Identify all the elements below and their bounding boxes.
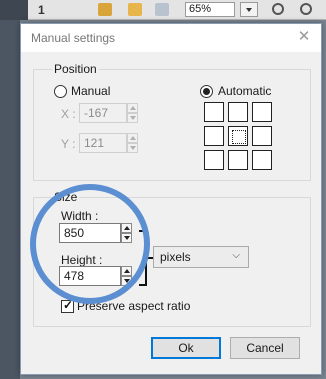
anchor-bottom-right[interactable] (252, 150, 272, 170)
anchor-middle-center[interactable] (228, 126, 248, 146)
automatic-radio-label[interactable]: Automatic (218, 84, 271, 98)
zoom-in-icon[interactable] (272, 3, 284, 15)
background-left-panel (0, 20, 20, 379)
zoom-dropdown-button[interactable] (240, 2, 258, 17)
chevron-down-icon: ⌵ (232, 250, 240, 261)
highlight-circle (30, 184, 150, 304)
anchor-top-left[interactable] (204, 102, 224, 122)
x-spinner[interactable] (127, 103, 138, 123)
close-icon[interactable]: ✕ (295, 28, 313, 46)
toolbar-number: 1 (38, 3, 45, 17)
anchor-middle-left[interactable] (204, 126, 224, 146)
anchor-top-right[interactable] (252, 102, 272, 122)
unit-select[interactable]: pixels ⌵ (153, 246, 249, 268)
anchor-middle-right[interactable] (252, 126, 272, 146)
unit-select-value: pixels (160, 250, 191, 264)
manual-radio-label[interactable]: Manual (71, 84, 110, 98)
dialog-titlebar[interactable]: Manual settings ✕ (21, 24, 321, 52)
x-label: X : (61, 107, 76, 121)
y-input[interactable]: 121 (79, 133, 127, 153)
toolbar-icon (155, 3, 169, 16)
y-spin-up-icon[interactable] (127, 133, 138, 143)
zoom-out-icon[interactable] (300, 3, 312, 15)
cancel-button[interactable]: Cancel (230, 337, 300, 359)
zoom-field[interactable]: 65% (185, 2, 235, 17)
anchor-bottom-center[interactable] (228, 150, 248, 170)
automatic-radio[interactable] (200, 85, 213, 98)
y-spinner[interactable] (127, 133, 138, 153)
toolbar-icon (128, 3, 142, 16)
manual-radio[interactable] (54, 85, 67, 98)
preserve-aspect-checkbox[interactable]: ✓ (61, 298, 74, 313)
position-legend: Position (52, 62, 99, 76)
y-spin-down-icon[interactable] (127, 143, 138, 153)
toolbar-icon (98, 3, 112, 16)
anchor-bottom-left[interactable] (204, 150, 224, 170)
anchor-top-center[interactable] (228, 102, 248, 122)
x-spin-down-icon[interactable] (127, 113, 138, 123)
background-panel-strip (0, 0, 28, 20)
x-spin-up-icon[interactable] (127, 103, 138, 113)
manual-settings-dialog: Manual settings ✕ Position Manual Automa… (20, 23, 322, 375)
y-label: Y : (61, 137, 76, 151)
x-input[interactable]: -167 (79, 103, 127, 123)
background-toolbar: 1 65% (0, 0, 326, 20)
dialog-title: Manual settings (31, 31, 116, 45)
ok-button[interactable]: Ok (151, 337, 221, 359)
